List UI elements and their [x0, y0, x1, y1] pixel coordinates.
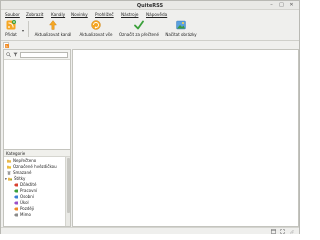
star-folder-icon — [7, 165, 11, 169]
update-all-label: Aktualizovat vše — [79, 32, 113, 37]
menu-help[interactable]: Nápověda — [146, 12, 167, 17]
scrollbar-thumb[interactable] — [67, 158, 70, 213]
update-all-button[interactable]: Aktualizovat vše — [77, 19, 115, 40]
title-bar: QuiteRSS – □ ✕ — [1, 1, 299, 10]
resize-grip-icon[interactable] — [289, 229, 294, 234]
update-feed-button[interactable]: Aktualizovat kanál — [32, 19, 74, 40]
categories-scrollbar[interactable] — [65, 157, 70, 226]
menu-bar: Soubor Zobrazit Kanály Novinky Prohlížeč… — [1, 10, 299, 18]
images-icon — [176, 20, 186, 30]
checkmark-icon — [134, 20, 144, 30]
mark-read-button[interactable]: Označit za přečtené — [118, 19, 160, 40]
search-icon[interactable] — [6, 52, 11, 57]
feeds-filter-bar — [4, 50, 70, 60]
tag-purple-icon — [14, 201, 18, 205]
expand-arrow-icon[interactable]: ▾ — [5, 176, 7, 182]
menu-feeds[interactable]: Kanály — [51, 12, 65, 17]
tag-green-icon — [14, 189, 18, 193]
rss-icon — [4, 43, 9, 48]
add-label: Přidat — [5, 32, 17, 37]
close-button[interactable]: ✕ — [289, 3, 294, 8]
tag-folder-icon — [8, 177, 12, 181]
toolbar-separator — [28, 21, 29, 37]
folder-icon — [7, 159, 11, 163]
app-window: QuiteRSS – □ ✕ Soubor Zobrazit Kanály No… — [0, 0, 300, 234]
menu-tools[interactable]: Nástroje — [121, 12, 138, 17]
menu-view[interactable]: Zobrazit — [26, 12, 43, 17]
add-dropdown-icon[interactable]: ▾ — [22, 28, 24, 33]
minimize-button[interactable]: – — [269, 3, 274, 8]
internal-browser-icon[interactable] — [271, 229, 276, 234]
menu-news[interactable]: Novinky — [71, 12, 88, 17]
mark-read-label: Označit za přečtené — [119, 32, 159, 37]
update-feed-icon — [49, 20, 57, 30]
load-images-button[interactable]: Načítat obrázky — [163, 19, 199, 40]
menu-browser[interactable]: Prohlížeč — [95, 12, 114, 17]
main-toolbar: Přidat ▾ Aktualizovat kanál Aktualizovat… — [1, 18, 299, 41]
trash-icon — [7, 171, 11, 175]
fullscreen-icon[interactable] — [280, 229, 285, 234]
add-feed-icon — [6, 20, 16, 30]
tag-blue-icon — [14, 195, 18, 199]
window-title: QuiteRSS — [136, 2, 164, 9]
menu-file[interactable]: Soubor — [5, 12, 20, 17]
categories-header: Kategorie — [4, 150, 70, 157]
update-all-icon — [91, 20, 101, 30]
update-feed-label: Aktualizovat kanál — [34, 32, 72, 37]
news-area — [72, 49, 299, 227]
filter-icon[interactable] — [13, 52, 18, 57]
tag-gray-icon — [14, 213, 18, 217]
status-bar — [1, 227, 299, 234]
tab-feeds[interactable] — [3, 42, 9, 48]
label-text: Mimo — [20, 212, 31, 217]
tag-red-icon — [14, 183, 18, 187]
tab-bar — [3, 42, 299, 49]
maximize-button[interactable]: □ — [279, 3, 284, 8]
categories-panel: Kategorie Nepřečteno Označené hvězdičkou… — [3, 149, 71, 227]
feeds-search-input[interactable] — [20, 52, 68, 58]
tag-orange-icon — [14, 207, 18, 211]
load-images-label: Načítat obrázky — [165, 32, 197, 37]
add-button[interactable]: Přidat — [3, 19, 19, 40]
